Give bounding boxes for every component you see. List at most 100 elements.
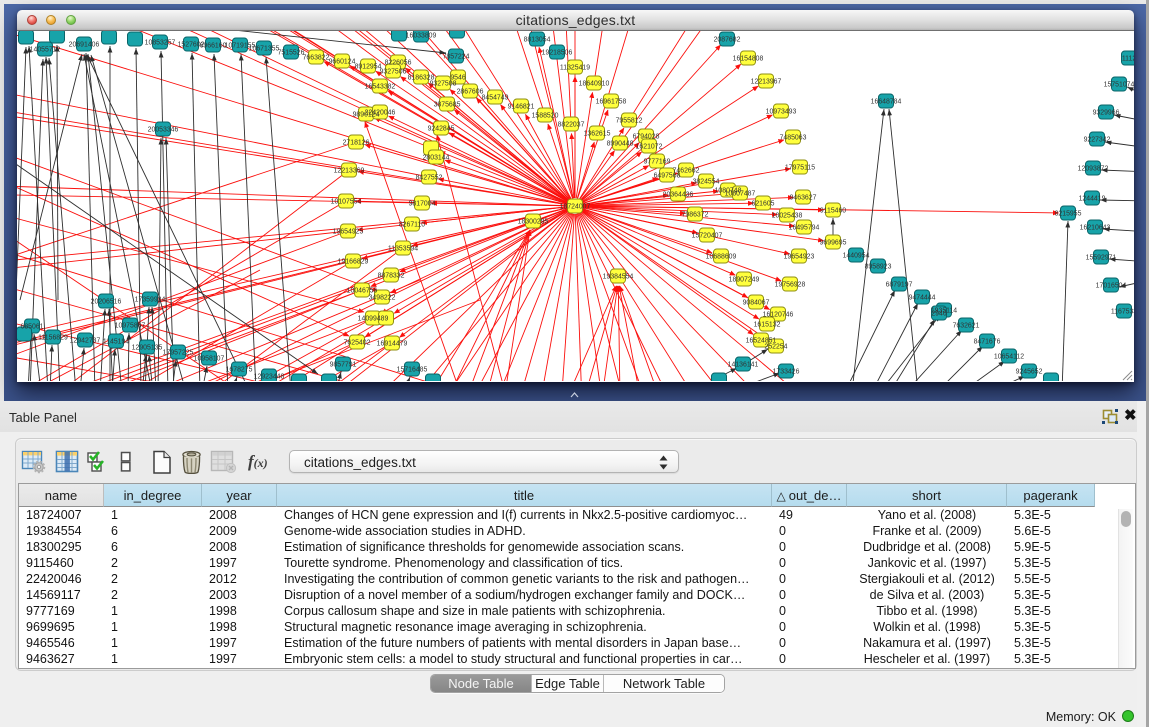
cell-short: de Silva et al. (2003) (847, 587, 1007, 603)
svg-text:14055712: 14055712 (30, 47, 61, 54)
table-row[interactable]: 946554611997Estimation of the future num… (19, 635, 1135, 651)
column-header-pagerank[interactable]: pagerank (1007, 484, 1095, 507)
svg-text:2867606: 2867606 (457, 89, 484, 96)
network-window[interactable]: citations_edges.txt 14055712206914061085… (17, 10, 1134, 382)
cell-name: 9115460 (26, 555, 103, 571)
table-settings-icon[interactable] (21, 450, 46, 474)
svg-text:16648784: 16648784 (871, 99, 902, 106)
cell-out_de: 49 (779, 507, 846, 523)
cell-short: Franke et al. (2009) (847, 523, 1007, 539)
svg-text:9227342: 9227342 (1084, 137, 1111, 144)
svg-text:19756928: 19756928 (775, 282, 806, 289)
svg-text:12093872: 12093872 (1078, 166, 1109, 173)
unselect-all-icon[interactable] (120, 450, 132, 474)
network-window-title: citations_edges.txt (17, 12, 1134, 28)
table-row[interactable]: 1938455462009Genome-wide association stu… (19, 523, 1135, 539)
svg-text:1112: 1112 (1122, 56, 1134, 63)
table-row[interactable]: 1456911722003Disruption of a novel membe… (19, 587, 1135, 603)
svg-text:1440954: 1440954 (843, 253, 870, 260)
table-type-tabs: Node TableEdge TableNetwork Table (430, 674, 725, 693)
table-row[interactable]: 1872400712008Changes of HCN gene express… (19, 507, 1135, 523)
network-window-titlebar[interactable]: citations_edges.txt (17, 10, 1134, 31)
svg-text:19166829: 19166829 (338, 259, 369, 266)
svg-text:7515526: 7515526 (278, 50, 305, 57)
table-panel-header: Table Panel ✖ (0, 401, 1149, 432)
cell-in_degree: 1 (111, 651, 201, 667)
select-column-icon[interactable] (55, 450, 80, 474)
window-resize-grip[interactable] (1120, 368, 1133, 381)
cell-out_de: 0 (779, 651, 846, 667)
cell-name: 9777169 (26, 603, 103, 619)
svg-text:19384554: 19384554 (603, 274, 634, 281)
svg-text:8226056: 8226056 (385, 60, 412, 67)
column-header-in_degree[interactable]: in_degree (104, 484, 202, 507)
function-builder-icon[interactable]: f(x) (248, 452, 268, 472)
cell-name: 9699695 (26, 619, 103, 635)
select-all-icon[interactable] (87, 450, 110, 474)
tab-node-table[interactable]: Node Table (431, 675, 532, 692)
table-row[interactable]: 2242004622012Investigating the contribut… (19, 571, 1135, 587)
tab-network-table[interactable]: Network Table (604, 675, 724, 692)
cell-short: Jankovic et al. (1997) (847, 555, 1007, 571)
svg-text:8912954: 8912954 (355, 64, 382, 71)
cell-year: 1997 (209, 555, 276, 571)
cell-title: Corpus callosum shape and size in male p… (284, 603, 771, 619)
svg-text:9146821: 9146821 (508, 104, 535, 111)
svg-text:20053346: 20053346 (148, 127, 179, 134)
new-column-icon[interactable] (151, 450, 173, 475)
node-table[interactable]: namein_degreeyeartitle△out_de…shortpager… (18, 483, 1136, 669)
svg-text:6879197: 6879197 (886, 282, 913, 289)
memory-status-dot[interactable] (1122, 710, 1134, 722)
table-source-combobox[interactable]: citations_edges.txt (289, 450, 679, 473)
column-header-title[interactable]: title (277, 484, 772, 507)
cell-year: 1998 (209, 619, 276, 635)
svg-text:9327506: 9327506 (380, 69, 407, 76)
cell-pagerank: 5.5E-5 (1014, 571, 1094, 587)
svg-text:1615132: 1615132 (754, 322, 781, 329)
scrollbar-thumb[interactable] (1121, 511, 1131, 527)
cell-in_degree: 2 (111, 587, 201, 603)
cytoscape-app: citations_edges.txt 14055712206914061085… (0, 0, 1149, 727)
cell-year: 1997 (209, 651, 276, 667)
svg-text:22420046: 22420046 (365, 110, 396, 117)
float-panel-icon[interactable] (1102, 408, 1119, 425)
column-header-short[interactable]: short (847, 484, 1007, 507)
svg-text:7632621: 7632621 (953, 323, 980, 330)
table-row[interactable]: 969969511998Structural magnetic resonanc… (19, 619, 1135, 635)
tab-edge-table[interactable]: Edge Table (532, 675, 604, 692)
network-view-canvas[interactable]: 1405571220691406108532571527602696616010… (17, 31, 1134, 382)
svg-text:10807487: 10807487 (725, 191, 756, 198)
svg-text:8267110: 8267110 (399, 222, 425, 229)
table-header-row: namein_degreeyeartitle△out_de…shortpager… (19, 484, 1135, 507)
svg-text:685061: 685061 (21, 324, 44, 331)
close-panel-icon[interactable]: ✖ (1124, 409, 1137, 423)
table-row[interactable]: 977716911998Corpus callosum shape and si… (19, 603, 1135, 619)
svg-text:18300295: 18300295 (518, 219, 549, 226)
svg-text:10973493: 10973493 (766, 109, 797, 116)
svg-text:8878332: 8878332 (378, 273, 405, 280)
svg-text:1678275: 1678275 (226, 367, 253, 374)
cell-year: 2003 (209, 587, 276, 603)
svg-text:9084067: 9084067 (743, 300, 770, 307)
cell-short: Yano et al. (2008) (847, 507, 1007, 523)
table-row[interactable]: 1830029562008Estimation of significance … (19, 539, 1135, 555)
column-header-year[interactable]: year (202, 484, 277, 507)
column-header-out_de[interactable]: △out_de… (772, 484, 847, 507)
table-row[interactable]: 946362711997Embryonic stem cells: a mode… (19, 651, 1135, 667)
svg-text:6794028: 6794028 (633, 134, 660, 141)
table-row[interactable]: 911546021997Tourette syndrome. Phenomeno… (19, 555, 1135, 571)
panel-splitter-grip[interactable] (570, 392, 579, 398)
cell-title: Structural magnetic resonance image aver… (284, 619, 771, 635)
svg-text:10958107: 10958107 (194, 356, 225, 363)
svg-text:12905135: 12905135 (132, 345, 163, 352)
svg-text:2718126: 2718126 (343, 140, 370, 147)
svg-text:6966160: 6966160 (200, 43, 227, 50)
svg-text:8215955: 8215955 (1055, 211, 1082, 218)
cell-pagerank: 5.6E-5 (1014, 523, 1094, 539)
column-header-name[interactable]: name (19, 484, 104, 507)
cell-out_de: 0 (779, 603, 846, 619)
table-vertical-scrollbar[interactable] (1118, 509, 1133, 668)
delete-column-icon[interactable] (180, 450, 204, 475)
cell-year: 1998 (209, 603, 276, 619)
cell-out_de: 0 (779, 587, 846, 603)
